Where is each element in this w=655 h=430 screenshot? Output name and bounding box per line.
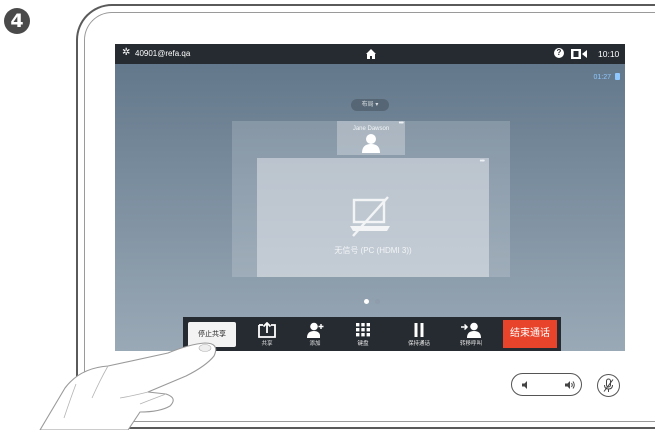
call-duration: 01:27 [593, 74, 611, 81]
camera-icon[interactable] [571, 49, 587, 59]
add-participant-button[interactable]: 添加 [295, 317, 335, 351]
person-icon [362, 134, 380, 153]
page-indicator [364, 299, 384, 305]
more-options-icon[interactable]: ••• [480, 158, 485, 165]
call-toolbar: 停止共享 共享 添加 键盘 保持通话 转移呼叫 结束通话 [183, 317, 561, 351]
end-call-button[interactable]: 结束通话 [503, 320, 557, 348]
gear-icon[interactable]: ✲ [122, 47, 130, 59]
home-icon[interactable] [365, 48, 377, 60]
step-number-badge: 4 [4, 8, 30, 34]
transfer-icon [461, 322, 481, 338]
keypad-icon [356, 323, 370, 337]
mute-button[interactable] [597, 374, 620, 397]
hold-button[interactable]: 保持通话 [399, 317, 439, 351]
lock-icon [615, 73, 620, 80]
clock: 10:10 [598, 49, 620, 59]
share-label: 共享 [261, 341, 273, 347]
presentation-tile[interactable]: ••• 无信号 (PC (HDMI 3)) [257, 158, 489, 277]
keypad-label: 键盘 [357, 341, 369, 347]
more-options-icon[interactable]: ••• [399, 120, 404, 127]
no-signal-message: 无信号 (PC (HDMI 3)) [334, 246, 412, 255]
touch-screen: ✲ 40901@refa.qa ? 10:10 01:27 布局 ▾ Jane … [115, 44, 625, 351]
add-participant-icon [307, 322, 324, 338]
volume-down-icon[interactable] [521, 380, 531, 390]
page-dot-active[interactable] [364, 299, 369, 304]
add-label: 添加 [309, 341, 321, 347]
device-uri: 40901@refa.qa [135, 49, 191, 58]
keypad-button[interactable]: 键盘 [343, 317, 383, 351]
stop-sharing-button[interactable]: 停止共享 [188, 322, 236, 347]
share-button[interactable]: 共享 [247, 317, 287, 351]
video-stage: Jane Dawson ••• ••• 无信号 (PC (HDMI 3)) [232, 120, 510, 277]
participant-name: Jane Dawson [352, 126, 390, 132]
share-icon [258, 322, 276, 338]
page-dot[interactable] [375, 299, 380, 304]
volume-control[interactable] [511, 373, 582, 396]
pause-icon [414, 323, 424, 337]
volume-up-icon[interactable] [565, 380, 576, 390]
participant-tile[interactable]: Jane Dawson ••• [337, 120, 405, 155]
transfer-button[interactable]: 转移呼叫 [451, 317, 491, 351]
no-signal-icon [350, 196, 390, 237]
transfer-label: 转移呼叫 [459, 341, 482, 347]
help-icon[interactable]: ? [554, 48, 564, 58]
layout-button[interactable]: 布局 ▾ [351, 99, 389, 111]
hold-label: 保持通话 [407, 341, 430, 347]
status-bar: ✲ 40901@refa.qa ? 10:10 [115, 44, 625, 64]
microphone-mute-icon [603, 378, 614, 392]
